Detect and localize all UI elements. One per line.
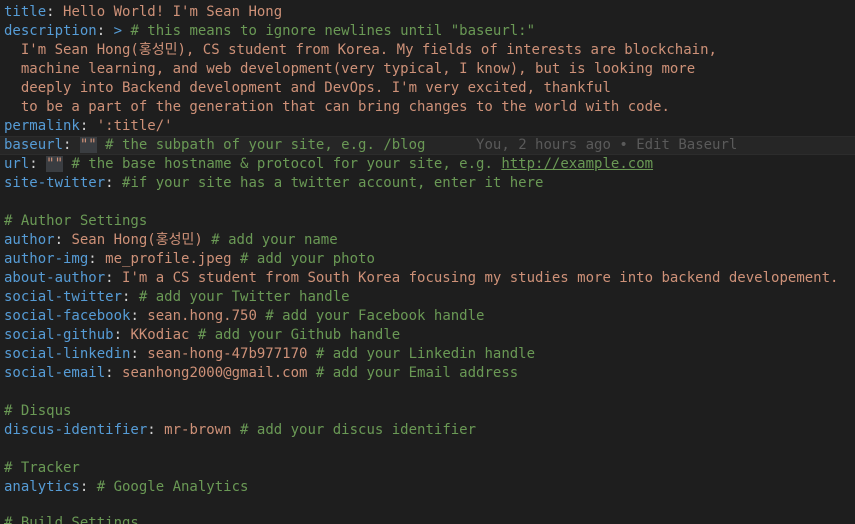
code-line-analytics[interactable]: analytics: # Google Analytics	[0, 478, 855, 497]
yaml-comment: # add your Facebook handle	[265, 308, 485, 324]
yaml-key: social-github	[4, 327, 114, 343]
yaml-comment: # Google Analytics	[96, 479, 249, 495]
yaml-key: social-twitter	[4, 289, 123, 305]
yaml-comment: # add your Github handle	[197, 327, 401, 343]
code-line-social-email[interactable]: social-email: seanhong2000@gmail.com # a…	[0, 364, 855, 383]
yaml-key: author-img	[4, 251, 89, 267]
code-line-social-facebook[interactable]: social-facebook: sean.hong.750 # add you…	[0, 307, 855, 326]
code-line-site-twitter[interactable]: site-twitter: #if your site has a twitte…	[0, 174, 855, 193]
yaml-value: to be a part of the generation that can …	[4, 99, 670, 115]
yaml-value: I'm a CS student from South Korea focusi…	[122, 270, 839, 286]
code-line-description-text[interactable]: deeply into Backend development and DevO…	[0, 79, 855, 98]
section-comment: # Author Settings	[4, 213, 148, 229]
yaml-key: social-linkedin	[4, 346, 131, 362]
yaml-key: author	[4, 232, 55, 248]
code-line-title[interactable]: title: Hello World! I'm Sean Hong	[0, 3, 855, 22]
code-line-disqus-section[interactable]: # Disqus	[0, 402, 855, 421]
yaml-value: deeply into Backend development and DevO…	[4, 80, 611, 96]
yaml-comment: # this means to ignore newlines until "b…	[130, 23, 536, 39]
yaml-key: about-author	[4, 270, 106, 286]
yaml-key: title	[4, 4, 47, 20]
yaml-key: description	[4, 23, 97, 39]
yaml-value: Hello World! I'm Sean Hong	[63, 4, 283, 20]
yaml-comment: #if your site has a twitter account, ent…	[122, 175, 544, 191]
code-line-description-text[interactable]: to be a part of the generation that can …	[0, 98, 855, 117]
yaml-key: site-twitter	[4, 175, 106, 191]
yaml-value: seanhong2000@gmail.com	[122, 365, 308, 381]
yaml-comment: # the base hostname & protocol for your …	[71, 156, 493, 172]
code-line-about-author[interactable]: about-author: I'm a CS student from Sout…	[0, 269, 855, 288]
yaml-value: ""	[79, 137, 97, 153]
yaml-value: ':title/'	[96, 118, 173, 134]
yaml-value: KKodiac	[130, 327, 190, 343]
code-line-social-github[interactable]: social-github: KKodiac # add your Github…	[0, 326, 855, 345]
code-line-permalink[interactable]: permalink: ':title/'	[0, 117, 855, 136]
yaml-comment: # add your photo	[240, 251, 375, 267]
yaml-key: social-email	[4, 365, 106, 381]
yaml-value: me_profile.jpeg	[105, 251, 232, 267]
section-comment: # Build Settings	[4, 515, 139, 524]
code-line-description[interactable]: description: > # this means to ignore ne…	[0, 22, 855, 41]
code-line-baseurl-current[interactable]: baseurl: "" # the subpath of your site, …	[0, 136, 855, 155]
yaml-value: ""	[46, 156, 64, 172]
section-comment: # Disqus	[4, 403, 72, 419]
section-comment: # Tracker	[4, 460, 80, 476]
yaml-value: sean-hong-47b977170	[147, 346, 308, 362]
code-line-description-text[interactable]: machine learning, and web development(ve…	[0, 60, 855, 79]
yaml-key: permalink	[4, 118, 80, 134]
code-editor[interactable]: title: Hello World! I'm Sean Hong descri…	[0, 0, 855, 524]
yaml-comment: # add your Twitter handle	[138, 289, 350, 305]
yaml-comment: # the subpath of your site, e.g. /blog	[105, 137, 426, 153]
yaml-value: Sean Hong(홍성민)	[71, 232, 203, 248]
yaml-key: discus-identifier	[4, 422, 148, 438]
code-line-social-linkedin[interactable]: social-linkedin: sean-hong-47b977170 # a…	[0, 345, 855, 364]
fold-indicator: >	[113, 23, 123, 39]
yaml-comment: # add your Email address	[315, 365, 519, 381]
yaml-value: sean.hong.750	[147, 308, 257, 324]
code-line-author-section[interactable]: # Author Settings	[0, 212, 855, 231]
code-line-author-img[interactable]: author-img: me_profile.jpeg # add your p…	[0, 250, 855, 269]
code-line-discus-identifier[interactable]: discus-identifier: mr-brown # add your d…	[0, 421, 855, 440]
code-line-tracker-section[interactable]: # Tracker	[0, 459, 855, 478]
example-url-link[interactable]: http://example.com	[501, 156, 653, 172]
yaml-comment: # add your name	[211, 232, 338, 248]
code-line-social-twitter[interactable]: social-twitter: # add your Twitter handl…	[0, 288, 855, 307]
yaml-key: analytics	[4, 479, 80, 495]
yaml-value: machine learning, and web development(ve…	[4, 61, 696, 77]
yaml-key: baseurl	[4, 137, 64, 153]
git-blame-annotation[interactable]: You, 2 hours ago • Edit Baseurl	[476, 137, 737, 153]
yaml-comment: # add your discus identifier	[240, 422, 477, 438]
yaml-value: mr-brown	[164, 422, 232, 438]
code-line-url[interactable]: url: "" # the base hostname & protocol f…	[0, 155, 855, 174]
code-line-description-text[interactable]: I'm Sean Hong(홍성민), CS student from Kore…	[0, 41, 855, 60]
code-line-author[interactable]: author: Sean Hong(홍성민) # add your name	[0, 231, 855, 250]
yaml-comment: # add your Linkedin handle	[315, 346, 536, 362]
yaml-value: I'm Sean Hong(홍성민), CS student from Kore…	[4, 42, 717, 58]
yaml-key: url	[4, 156, 30, 172]
code-line-build-section[interactable]: # Build Settings	[0, 514, 855, 524]
yaml-key: social-facebook	[4, 308, 131, 324]
